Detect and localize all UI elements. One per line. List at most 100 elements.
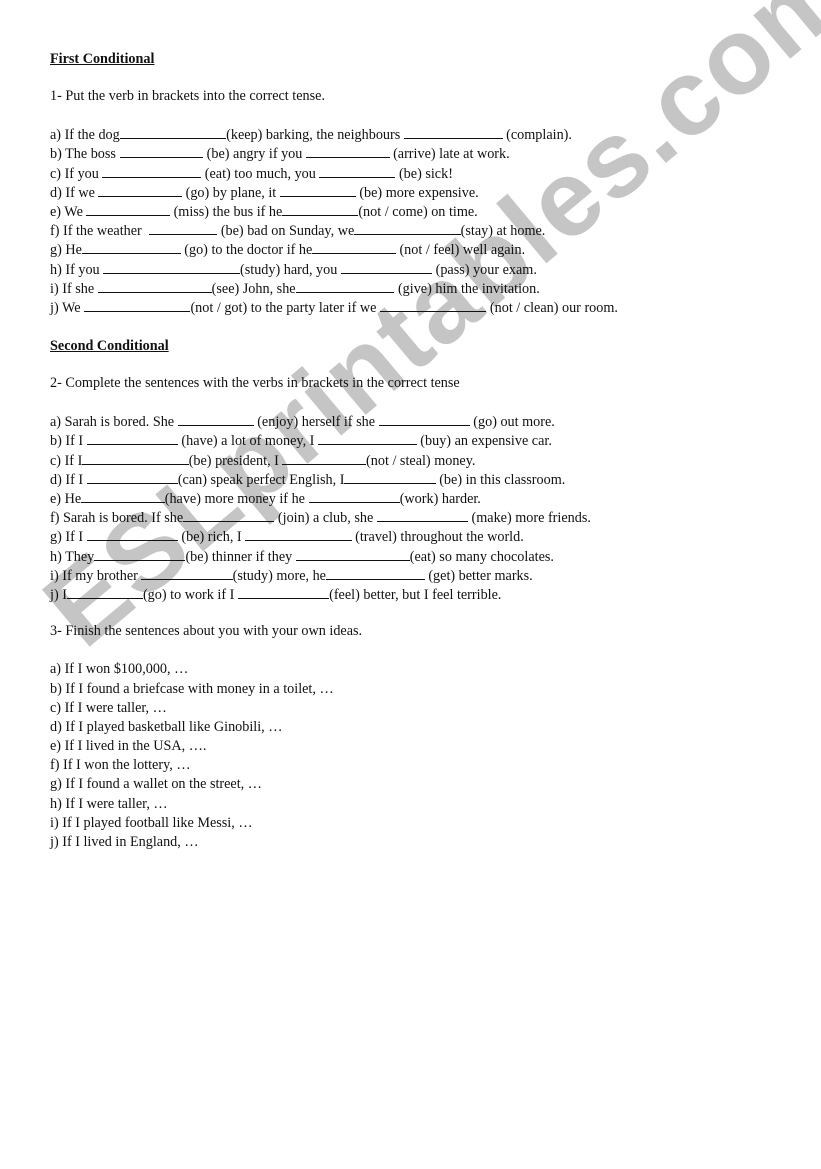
answer-blank[interactable] <box>317 431 417 446</box>
answer-blank[interactable] <box>98 183 183 197</box>
answer-blank[interactable] <box>376 508 468 523</box>
answer-blank[interactable] <box>148 221 218 236</box>
exercise-item: f) If the weather (be) bad on Sunday, we… <box>50 221 770 240</box>
sentence-text: (not / steal) money. <box>366 452 476 469</box>
exercise-item: a) Sarah is bored. She (enjoy) herself i… <box>50 412 770 431</box>
answer-blank[interactable] <box>319 164 396 178</box>
answer-blank[interactable] <box>378 412 470 427</box>
answer-blank[interactable] <box>282 451 367 465</box>
answer-blank[interactable] <box>379 298 487 312</box>
answer-blank[interactable] <box>86 527 178 542</box>
sentence-text: f) If the weather <box>50 223 149 240</box>
sentence-text: g) If I <box>50 529 87 546</box>
answer-blank[interactable] <box>177 412 254 427</box>
sentence-text: j) I <box>50 586 67 603</box>
answer-blank[interactable] <box>295 279 395 293</box>
answer-blank[interactable] <box>403 125 503 140</box>
sentence-text: (can) speak perfect English, I <box>177 471 345 488</box>
answer-blank[interactable] <box>81 240 181 255</box>
sentence-text: b) The boss <box>50 146 120 163</box>
sentence-text: (give) him the invitation. <box>394 280 540 297</box>
sentence-text: (eat) so many chocolates. <box>409 548 554 565</box>
answer-blank[interactable] <box>308 489 400 504</box>
exercise-item: f) Sarah is bored. If she (join) a club,… <box>50 508 770 527</box>
sentence-text: (be) angry if you <box>203 146 306 163</box>
answer-blank[interactable] <box>279 183 356 197</box>
sentence-text: h) They <box>50 548 95 565</box>
answer-blank[interactable] <box>81 489 165 504</box>
sentence-text: j) We <box>50 299 85 316</box>
answer-blank[interactable] <box>325 566 425 580</box>
sentence-starter: b) If I found a briefcase with money in … <box>50 680 334 697</box>
exercise-item: b) If I (have) a lot of money, I (buy) a… <box>50 431 770 450</box>
answer-blank[interactable] <box>344 470 436 484</box>
exercise-item: e) He (have) more money if he (work) hard… <box>50 489 770 508</box>
sentence-text: (miss) the bus if he <box>170 203 283 220</box>
exercise-item: i) If she (see) John, she (give) him the… <box>50 279 770 298</box>
sentence-starter: g) If I found a wallet on the street, … <box>50 776 262 793</box>
answer-blank[interactable] <box>305 144 390 159</box>
sentence-text: a) Sarah is bored. She <box>50 414 178 431</box>
sentence-starter: j) If I lived in England, … <box>50 834 199 851</box>
sentence-starter: f) If I won the lottery, … <box>50 757 191 774</box>
answer-blank[interactable] <box>82 451 189 465</box>
answer-blank[interactable] <box>183 508 275 523</box>
section2-instruction: 2- Complete the sentences with the verbs… <box>50 375 460 392</box>
answer-blank[interactable] <box>295 547 410 561</box>
exercise-item: d) If we (go) by plane, it (be) more exp… <box>50 183 770 202</box>
sentence-text: (buy) an expensive car. <box>416 433 552 450</box>
sentence-starter: d) If I played basketball like Ginobili,… <box>50 718 283 735</box>
answer-blank[interactable] <box>86 202 171 216</box>
answer-blank[interactable] <box>86 431 178 446</box>
answer-blank[interactable] <box>97 279 212 293</box>
sentence-text: i) If she <box>50 280 98 297</box>
answer-blank[interactable] <box>354 221 461 236</box>
sentence-starter: c) If I were taller, … <box>50 699 167 716</box>
section1-exercise-list: a) If the dog (keep) barking, the neighbo… <box>50 125 770 317</box>
sentence-text: (get) better marks. <box>424 567 533 584</box>
sentence-text: e) He <box>50 491 82 508</box>
exercise-item: j) We (not / got) to the party later if … <box>50 298 770 317</box>
sentence-text: (have) more money if he <box>164 491 309 508</box>
sentence-text: (not / got) to the party later if we <box>190 299 380 316</box>
exercise-item: c) If you (eat) too much, you (be) sick! <box>50 164 770 183</box>
sentence-text: d) If we <box>50 184 99 201</box>
answer-blank[interactable] <box>94 547 186 561</box>
sentence-text: (be) bad on Sunday, we <box>217 223 355 240</box>
sentence-text: (be) more expensive. <box>355 184 479 201</box>
sentence-text: c) If you <box>50 165 103 182</box>
answer-blank[interactable] <box>245 527 352 542</box>
sentence-text: e) We <box>50 203 87 220</box>
sentence-text: i) If my brother <box>50 567 142 584</box>
sentence-text: (eat) too much, you <box>201 165 320 182</box>
sentence-text: (arrive) late at work. <box>389 146 510 163</box>
section3-instruction: 3- Finish the sentences about you with y… <box>50 623 363 640</box>
sentence-text: (not / come) on time. <box>358 203 478 220</box>
answer-blank[interactable] <box>102 164 202 178</box>
section1-title: First Conditional <box>50 51 155 67</box>
answer-blank[interactable] <box>86 470 178 484</box>
sentence-text: (work) harder. <box>399 491 481 508</box>
sentence-text: (complain). <box>502 127 572 144</box>
section2-exercise-list: a) Sarah is bored. She (enjoy) herself i… <box>50 412 770 604</box>
answer-blank[interactable] <box>282 202 359 216</box>
sentence-text: (go) out more. <box>469 414 555 431</box>
sentence-starter: h) If I were taller, … <box>50 795 168 812</box>
answer-blank[interactable] <box>141 566 233 580</box>
sentence-text: (keep) barking, the neighbours <box>226 127 404 144</box>
answer-blank[interactable] <box>340 260 433 274</box>
answer-blank[interactable] <box>237 585 330 599</box>
answer-blank[interactable] <box>66 585 143 599</box>
sentence-text: (see) John, she <box>211 280 296 297</box>
answer-blank[interactable] <box>312 240 396 255</box>
answer-blank[interactable] <box>84 298 191 312</box>
exercise-item: j) I (go) to work if I (feel) better, but… <box>50 585 770 604</box>
sentence-text: (go) to work if I <box>142 586 238 603</box>
sentence-text: d) If I <box>50 471 87 488</box>
answer-blank[interactable] <box>119 125 227 140</box>
sentence-starter: a) If I won $100,000, … <box>50 661 189 678</box>
sentence-text: c) If I <box>50 452 83 469</box>
answer-blank[interactable] <box>119 144 204 159</box>
answer-blank[interactable] <box>103 260 240 274</box>
sentence-text: (be) sick! <box>395 165 453 182</box>
